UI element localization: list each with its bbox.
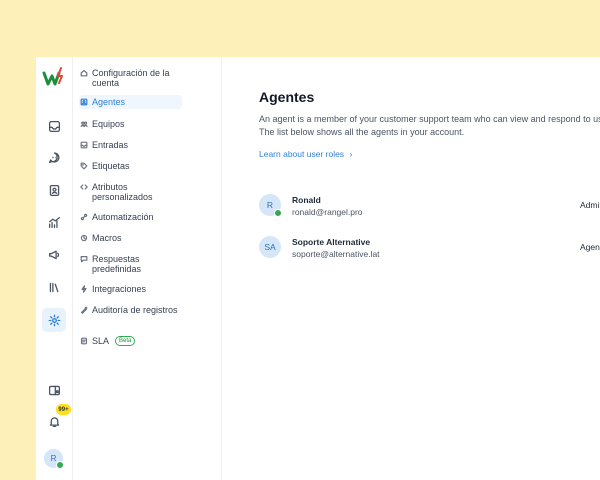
code-icon [79, 182, 88, 192]
teams-icon [79, 119, 88, 129]
nav-item-sla[interactable]: SLA Beta [79, 336, 182, 346]
brand-logo[interactable] [42, 67, 66, 89]
campaigns-icon[interactable] [42, 242, 66, 266]
reports-icon[interactable] [42, 210, 66, 234]
user-avatar-initials: R [50, 454, 57, 463]
bell-icon [49, 416, 59, 427]
automation-icon [79, 212, 88, 222]
nav-item-account-settings[interactable]: Configuración de la cuenta [79, 68, 182, 88]
nav-item-labels[interactable]: Etiquetas [79, 161, 182, 171]
agent-role: Administrador [580, 200, 600, 210]
nav-item-inboxes[interactable]: Entradas [79, 140, 182, 150]
integrations-icon [79, 284, 88, 294]
agent-row[interactable]: SA Soporte Alternative soporte@alternati… [259, 236, 600, 262]
agent-role: Agente [580, 242, 600, 252]
conversations-icon[interactable] [42, 145, 66, 169]
learn-about-roles-link[interactable]: Learn about user roles › [259, 149, 352, 159]
agent-name: Ronald [292, 195, 321, 205]
agent-initials: R [266, 200, 274, 210]
tag-icon [79, 161, 88, 171]
agents-icon [79, 97, 88, 107]
nav-item-label: Integraciones [92, 284, 147, 294]
contacts-icon[interactable] [42, 178, 66, 202]
nav-item-automation[interactable]: Automatización [79, 212, 182, 222]
nav-item-integrations[interactable]: Integraciones [79, 284, 182, 294]
audit-logs-icon [79, 305, 88, 315]
beta-badge: Beta [115, 336, 136, 346]
nav-item-label: Atributos personalizados [92, 182, 153, 202]
nav-item-label: Etiquetas [92, 161, 130, 171]
agent-avatar: SA [259, 236, 281, 258]
nav-item-label: Automatización [92, 212, 154, 222]
home-icon [79, 68, 88, 78]
nav-item-label: Auditoría de registros [92, 305, 178, 315]
settings-icon[interactable] [42, 308, 66, 332]
description-line: An agent is a member of your customer su… [259, 114, 600, 124]
primary-sidebar: 99+ R [36, 57, 73, 480]
macros-icon [79, 233, 88, 243]
settings-nav: Configuración de la cuenta Agentes Equip… [73, 57, 222, 480]
inboxes-icon [79, 140, 88, 150]
sla-icon [79, 336, 88, 346]
nav-item-agents[interactable]: Agentes [79, 95, 182, 109]
agent-name: Soporte Alternative [292, 237, 371, 247]
online-status-dot [56, 461, 64, 469]
nav-item-label: Agentes [92, 97, 126, 107]
main-content: Agentes An agent is a member of your cus… [222, 57, 600, 480]
nav-item-label: Respuestas predefinidas [92, 254, 142, 274]
online-status-dot [274, 209, 282, 217]
nav-item-canned-responses[interactable]: Respuestas predefinidas [79, 254, 182, 274]
nav-item-audit-logs[interactable]: Auditoría de registros [79, 305, 182, 315]
nav-item-label: SLA [92, 336, 110, 346]
user-avatar[interactable]: R [44, 449, 64, 469]
agent-email: soporte@alternative.lat [292, 249, 380, 259]
notifications-button[interactable]: 99+ [42, 404, 71, 433]
agent-initials: SA [264, 242, 276, 252]
agent-row[interactable]: R Ronald ronald@rangel.pro Administrador [259, 194, 600, 220]
page-description: An agent is a member of your customer su… [259, 113, 600, 139]
nav-item-label: Entradas [92, 140, 129, 150]
notification-count-badge: 99+ [56, 404, 71, 415]
page-title: Agentes [259, 89, 315, 105]
agent-avatar: R [259, 194, 282, 217]
nav-item-label: Equipos [92, 119, 125, 129]
nav-item-custom-attributes[interactable]: Atributos personalizados [79, 182, 182, 202]
nav-item-macros[interactable]: Macros [79, 233, 182, 243]
canned-responses-icon [79, 254, 88, 264]
chevron-right-icon: › [349, 149, 353, 159]
dock-toggle-icon[interactable] [42, 378, 66, 402]
inbox-icon[interactable] [42, 114, 66, 138]
nav-item-teams[interactable]: Equipos [79, 119, 182, 129]
learn-link-label: Learn about user roles [259, 149, 345, 159]
agent-email: ronald@rangel.pro [292, 207, 363, 217]
nav-item-label: Macros [92, 233, 122, 243]
app-window: 99+ R Configuración de la cuenta Agentes… [36, 57, 600, 480]
nav-item-label: Configuración de la cuenta [92, 68, 170, 88]
description-line: The list below shows all the agents in y… [259, 127, 465, 137]
library-icon[interactable] [42, 275, 66, 299]
